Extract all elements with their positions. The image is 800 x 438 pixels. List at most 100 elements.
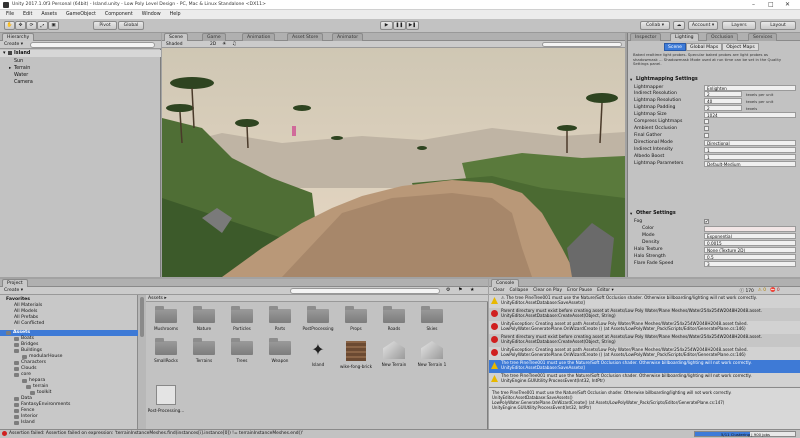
step-button[interactable]: ▶❚ <box>406 21 419 30</box>
project-folder-item[interactable]: core <box>21 372 31 377</box>
section-expand-icon[interactable]: ▾ <box>630 212 632 217</box>
menu-window[interactable]: Window <box>142 12 161 17</box>
fog-color-swatch[interactable] <box>704 226 796 232</box>
lightmap-setting-field[interactable]: 1 <box>704 154 796 160</box>
setting-checkbox[interactable] <box>704 126 709 131</box>
project-folder-item[interactable]: modularHouse <box>29 354 63 359</box>
project-folder-item[interactable]: Bridges <box>21 342 38 347</box>
asset-item[interactable]: SmallRocks <box>146 338 186 363</box>
warning-count-badge[interactable]: ⚠ 0 <box>758 288 766 293</box>
favorite-item[interactable]: All Conflicted <box>14 321 44 326</box>
move-tool-button[interactable]: ✥ <box>15 21 26 30</box>
project-folder-item[interactable]: Assets <box>13 330 30 335</box>
lightmap-setting-field[interactable]: 2 <box>704 105 742 111</box>
console-collapse-button[interactable]: Collapse <box>509 288 528 293</box>
project-folder-item[interactable]: Island <box>21 420 35 425</box>
tab-lighting[interactable]: Lighting <box>670 33 699 41</box>
asset-item[interactable]: Skies <box>412 306 452 331</box>
tab-asset-store[interactable]: Asset Store <box>287 33 324 41</box>
project-folder-item[interactable]: Interior <box>21 414 38 419</box>
project-folder-item[interactable]: Fence <box>21 408 34 413</box>
lightmap-setting-field[interactable]: 40 <box>704 98 742 104</box>
pivot-toggle[interactable]: Pivot <box>93 21 117 30</box>
asset-item[interactable]: Particles <box>222 306 262 331</box>
global-toggle[interactable]: Global <box>118 21 144 30</box>
tab-animation[interactable]: Animation <box>242 33 276 41</box>
layout-dropdown[interactable]: Layout <box>760 21 796 30</box>
tree-scrollbar[interactable] <box>138 295 146 429</box>
tab-inspector[interactable]: Inspector <box>630 33 662 41</box>
asset-item[interactable]: Terrains <box>184 338 224 363</box>
tab-scene[interactable]: Scene <box>164 33 189 41</box>
favorite-item[interactable]: All Models <box>14 309 37 314</box>
project-folder-item[interactable]: terrain <box>33 384 48 389</box>
project-folder-item[interactable]: hepara <box>29 378 45 383</box>
console-message-row[interactable]: UnityException: Creating asset at path A… <box>489 321 800 334</box>
lightmap-setting-field[interactable]: 2 <box>704 91 742 97</box>
project-folder-item[interactable]: FantasyEnvironments <box>21 402 70 407</box>
menu-assets[interactable]: Assets <box>41 12 57 17</box>
asset-item[interactable]: Roads <box>374 306 414 331</box>
console-editor-dropdown[interactable]: Editor ▾ <box>597 288 614 293</box>
lighting-toggle-icon[interactable]: ☀ <box>222 41 226 47</box>
subtab-object-maps[interactable]: Object Maps <box>722 43 759 51</box>
console-message-row[interactable]: The tree PineTree001 must use the Nature… <box>489 373 800 386</box>
other-setting-field[interactable]: 0.5 <box>704 254 796 260</box>
expand-arrow-icon[interactable]: ▸ <box>9 66 11 71</box>
scene-search-input[interactable] <box>542 42 622 47</box>
asset-item[interactable]: Post-Processing... <box>146 385 186 413</box>
maximize-icon[interactable]: □ <box>768 1 774 8</box>
other-settings-header[interactable]: Other Settings <box>636 211 676 216</box>
collab-dropdown[interactable]: Collab ▾ <box>640 21 670 30</box>
console-message-row[interactable]: The tree PineTree001 must use the Nature… <box>489 360 800 373</box>
account-dropdown[interactable]: Account ▾ <box>688 21 718 30</box>
hierarchy-item-sun[interactable]: Sun <box>14 59 23 64</box>
lightmap-setting-field[interactable]: Default-Medium <box>704 161 796 167</box>
hand-tool-button[interactable]: ✋ <box>4 21 15 30</box>
other-setting-field[interactable]: Exponential <box>704 233 796 239</box>
other-setting-field[interactable]: 0.0015 <box>704 240 796 246</box>
console-clear-button[interactable]: Clear <box>493 288 504 293</box>
other-setting-field[interactable]: 3 <box>704 261 796 267</box>
filter-by-type-icon[interactable]: ⚙ <box>446 287 450 293</box>
tab-services[interactable]: Services <box>748 33 778 41</box>
play-button[interactable]: ▶ <box>380 21 393 30</box>
cloud-button[interactable]: ☁ <box>673 21 685 30</box>
project-folder-item[interactable]: Characters <box>21 360 46 365</box>
menu-help[interactable]: Help <box>170 12 181 17</box>
hierarchy-item-camera[interactable]: Camera <box>14 80 33 85</box>
asset-item[interactable]: Parts <box>260 306 300 331</box>
info-count-badge[interactable]: ⓘ 170 <box>740 288 754 294</box>
tab-console[interactable]: Console <box>491 279 520 287</box>
subtab-global-maps[interactable]: Global Maps <box>686 43 723 51</box>
expand-arrow-icon[interactable]: ▾ <box>3 50 6 56</box>
subtab-scene[interactable]: Scene <box>664 43 687 51</box>
favorite-star-icon[interactable]: ★ <box>470 287 474 293</box>
project-search-input[interactable] <box>290 288 440 294</box>
project-folder-item[interactable]: Data <box>21 396 32 401</box>
favorite-item[interactable]: All Prefabs <box>14 315 38 320</box>
tab-animator[interactable]: Animator <box>332 33 364 41</box>
console-message-row[interactable]: Parent directory must exist before creat… <box>489 334 800 347</box>
asset-item[interactable]: Nature <box>184 306 224 331</box>
fog-checkbox[interactable]: ✔ <box>704 219 709 224</box>
layers-dropdown[interactable]: Layers <box>722 21 756 30</box>
asset-item[interactable]: wike-fong-brick <box>336 341 376 369</box>
console-message-row[interactable]: UnityException: Creating asset at path A… <box>489 347 800 360</box>
project-folder-item[interactable]: toolkit <box>37 390 51 395</box>
rect-tool-button[interactable]: ▣ <box>48 21 59 30</box>
hierarchy-search-input[interactable] <box>30 42 155 48</box>
2d-toggle[interactable]: 2D <box>210 42 216 47</box>
other-setting-field[interactable]: None (Texture 2D) <box>704 247 796 253</box>
asset-item[interactable]: Trees <box>222 338 262 363</box>
asset-item[interactable]: New Terrain <box>374 341 414 367</box>
menu-edit[interactable]: Edit <box>23 12 32 17</box>
shading-mode-dropdown[interactable]: Shaded <box>166 42 183 47</box>
setting-checkbox[interactable] <box>704 133 709 138</box>
asset-item[interactable]: Props <box>336 306 376 331</box>
error-count-badge[interactable]: ⛔ 0 <box>770 288 780 293</box>
audio-toggle-icon[interactable]: ♫ <box>232 41 236 47</box>
status-message[interactable]: Assertion failed: Assertion failed on ex… <box>9 431 303 436</box>
project-folder-item[interactable]: Boats <box>21 336 34 341</box>
asset-item[interactable]: Mushrooms <box>146 306 186 331</box>
